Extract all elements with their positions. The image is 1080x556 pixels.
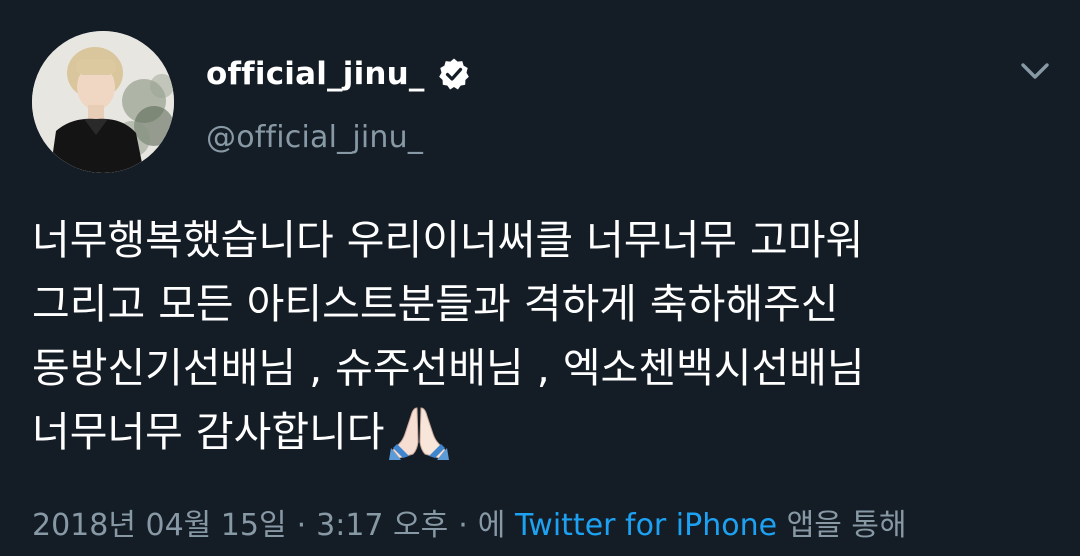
tweet-date: 2018년 04월 15일 <box>32 508 287 543</box>
tweet-time: 3:17 오후 <box>316 508 449 543</box>
tweet-card: official_jinu_ @official_jinu_ 너무행복했습니다 … <box>0 0 1080 556</box>
tweet-meta: 2018년 04월 15일 · 3:17 오후 · 에 Twitter for iPho… <box>32 500 907 544</box>
chevron-down-icon[interactable] <box>1018 58 1052 84</box>
author-name-row: official_jinu_ <box>206 52 471 96</box>
meta-separator: · <box>458 508 468 543</box>
display-name[interactable]: official_jinu_ <box>206 56 425 92</box>
via-prefix: 에 <box>477 508 506 543</box>
source-link[interactable]: Twitter for iPhone <box>515 508 777 543</box>
handle[interactable]: @official_jinu_ <box>206 120 423 155</box>
tweet-text-line: 너무너무 감사합니다 <box>32 408 385 456</box>
tweet-text-line: 너무행복했습니다 우리이너써클 너무너무 고마워 <box>32 216 864 264</box>
folded-hands-icon <box>388 404 449 460</box>
avatar-photo <box>32 31 174 173</box>
tweet-text-line-last: 너무너무 감사합니다 <box>32 400 1052 464</box>
meta-separator: · <box>296 508 307 543</box>
tweet-text: 너무행복했습니다 우리이너써클 너무너무 고마워 그리고 모든 아티스트분들과 … <box>32 208 1052 464</box>
tweet-text-line: 동방신기선배님 , 슈주선배님 , 엑소첸백시선배님 <box>32 344 865 392</box>
avatar[interactable] <box>32 31 174 173</box>
verified-badge-icon <box>437 57 471 91</box>
tweet-text-line: 그리고 모든 아티스트분들과 격하게 축하해주신 <box>32 280 839 328</box>
via-suffix: 앱을 통해 <box>786 508 907 543</box>
